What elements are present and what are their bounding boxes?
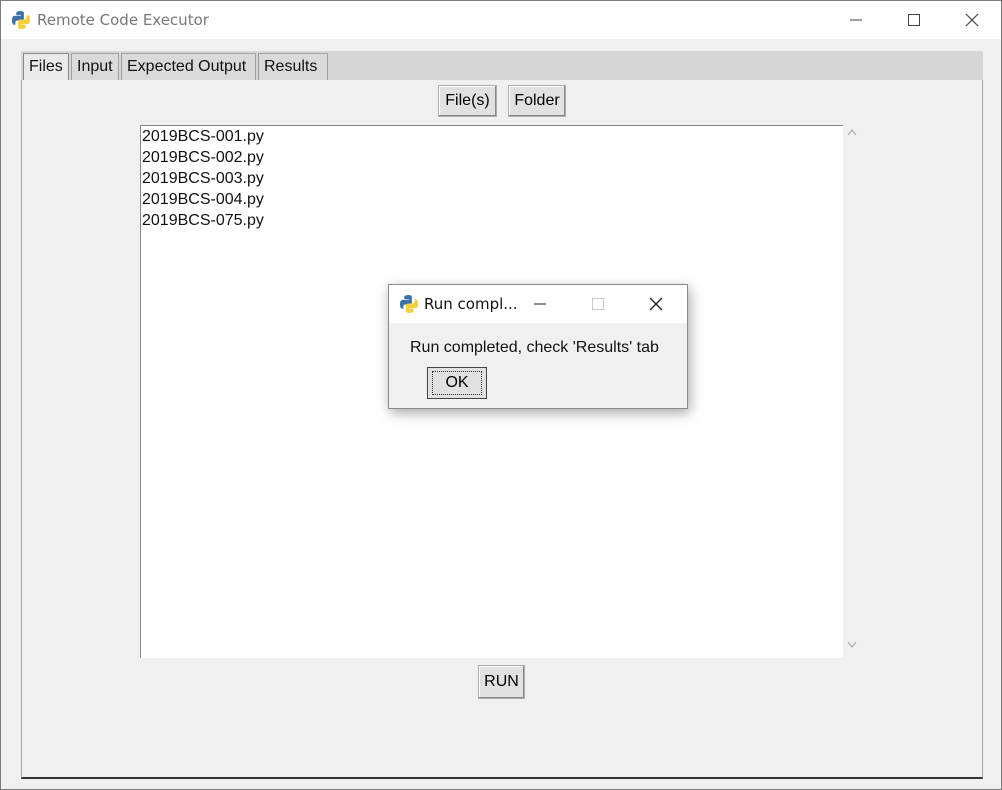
list-item[interactable]: 2019BCS-002.py (142, 147, 264, 168)
run-completed-dialog: Run compl... Run completed, check 'Resul… (388, 284, 688, 409)
dialog-minimize-button[interactable] (511, 285, 569, 323)
ok-button[interactable]: OK (427, 367, 487, 399)
ok-button-label: OK (432, 371, 482, 395)
python-icon (400, 295, 418, 313)
list-item[interactable]: 2019BCS-004.py (142, 189, 264, 210)
tab-strip: Files Input Expected Output Results (21, 51, 983, 80)
tab-expected-output[interactable]: Expected Output (121, 53, 256, 80)
files-tab-panel: File(s) Folder 2019BCS-001.py 2019BCS-00… (21, 80, 983, 779)
dialog-close-button[interactable] (627, 285, 685, 323)
files-button[interactable]: File(s) (438, 85, 497, 117)
dialog-message: Run completed, check 'Results' tab (410, 339, 659, 356)
window-title: Remote Code Executor (37, 11, 209, 29)
minimize-button[interactable] (827, 1, 885, 39)
dialog-maximize-button (569, 285, 627, 323)
list-item[interactable]: 2019BCS-001.py (142, 126, 264, 147)
close-button[interactable] (943, 1, 1001, 39)
maximize-icon (592, 298, 604, 310)
dialog-title: Run compl... (424, 295, 518, 313)
title-bar[interactable]: Remote Code Executor (1, 1, 1001, 39)
scroll-up-icon[interactable] (846, 127, 858, 137)
tab-files[interactable]: Files (23, 53, 69, 80)
run-button[interactable]: RUN (478, 665, 525, 699)
scroll-down-icon[interactable] (846, 640, 858, 650)
minimize-icon (850, 19, 862, 21)
minimize-icon (534, 303, 546, 305)
dialog-title-bar[interactable]: Run compl... (389, 285, 687, 323)
tab-results[interactable]: Results (258, 53, 328, 80)
maximize-icon (908, 14, 920, 26)
close-icon (965, 13, 979, 27)
python-icon (12, 11, 30, 29)
list-item[interactable]: 2019BCS-003.py (142, 168, 264, 189)
tab-input[interactable]: Input (71, 53, 119, 80)
list-item[interactable]: 2019BCS-075.py (142, 210, 264, 231)
maximize-button[interactable] (885, 1, 943, 39)
folder-button[interactable]: Folder (508, 85, 566, 117)
close-icon (649, 297, 663, 311)
